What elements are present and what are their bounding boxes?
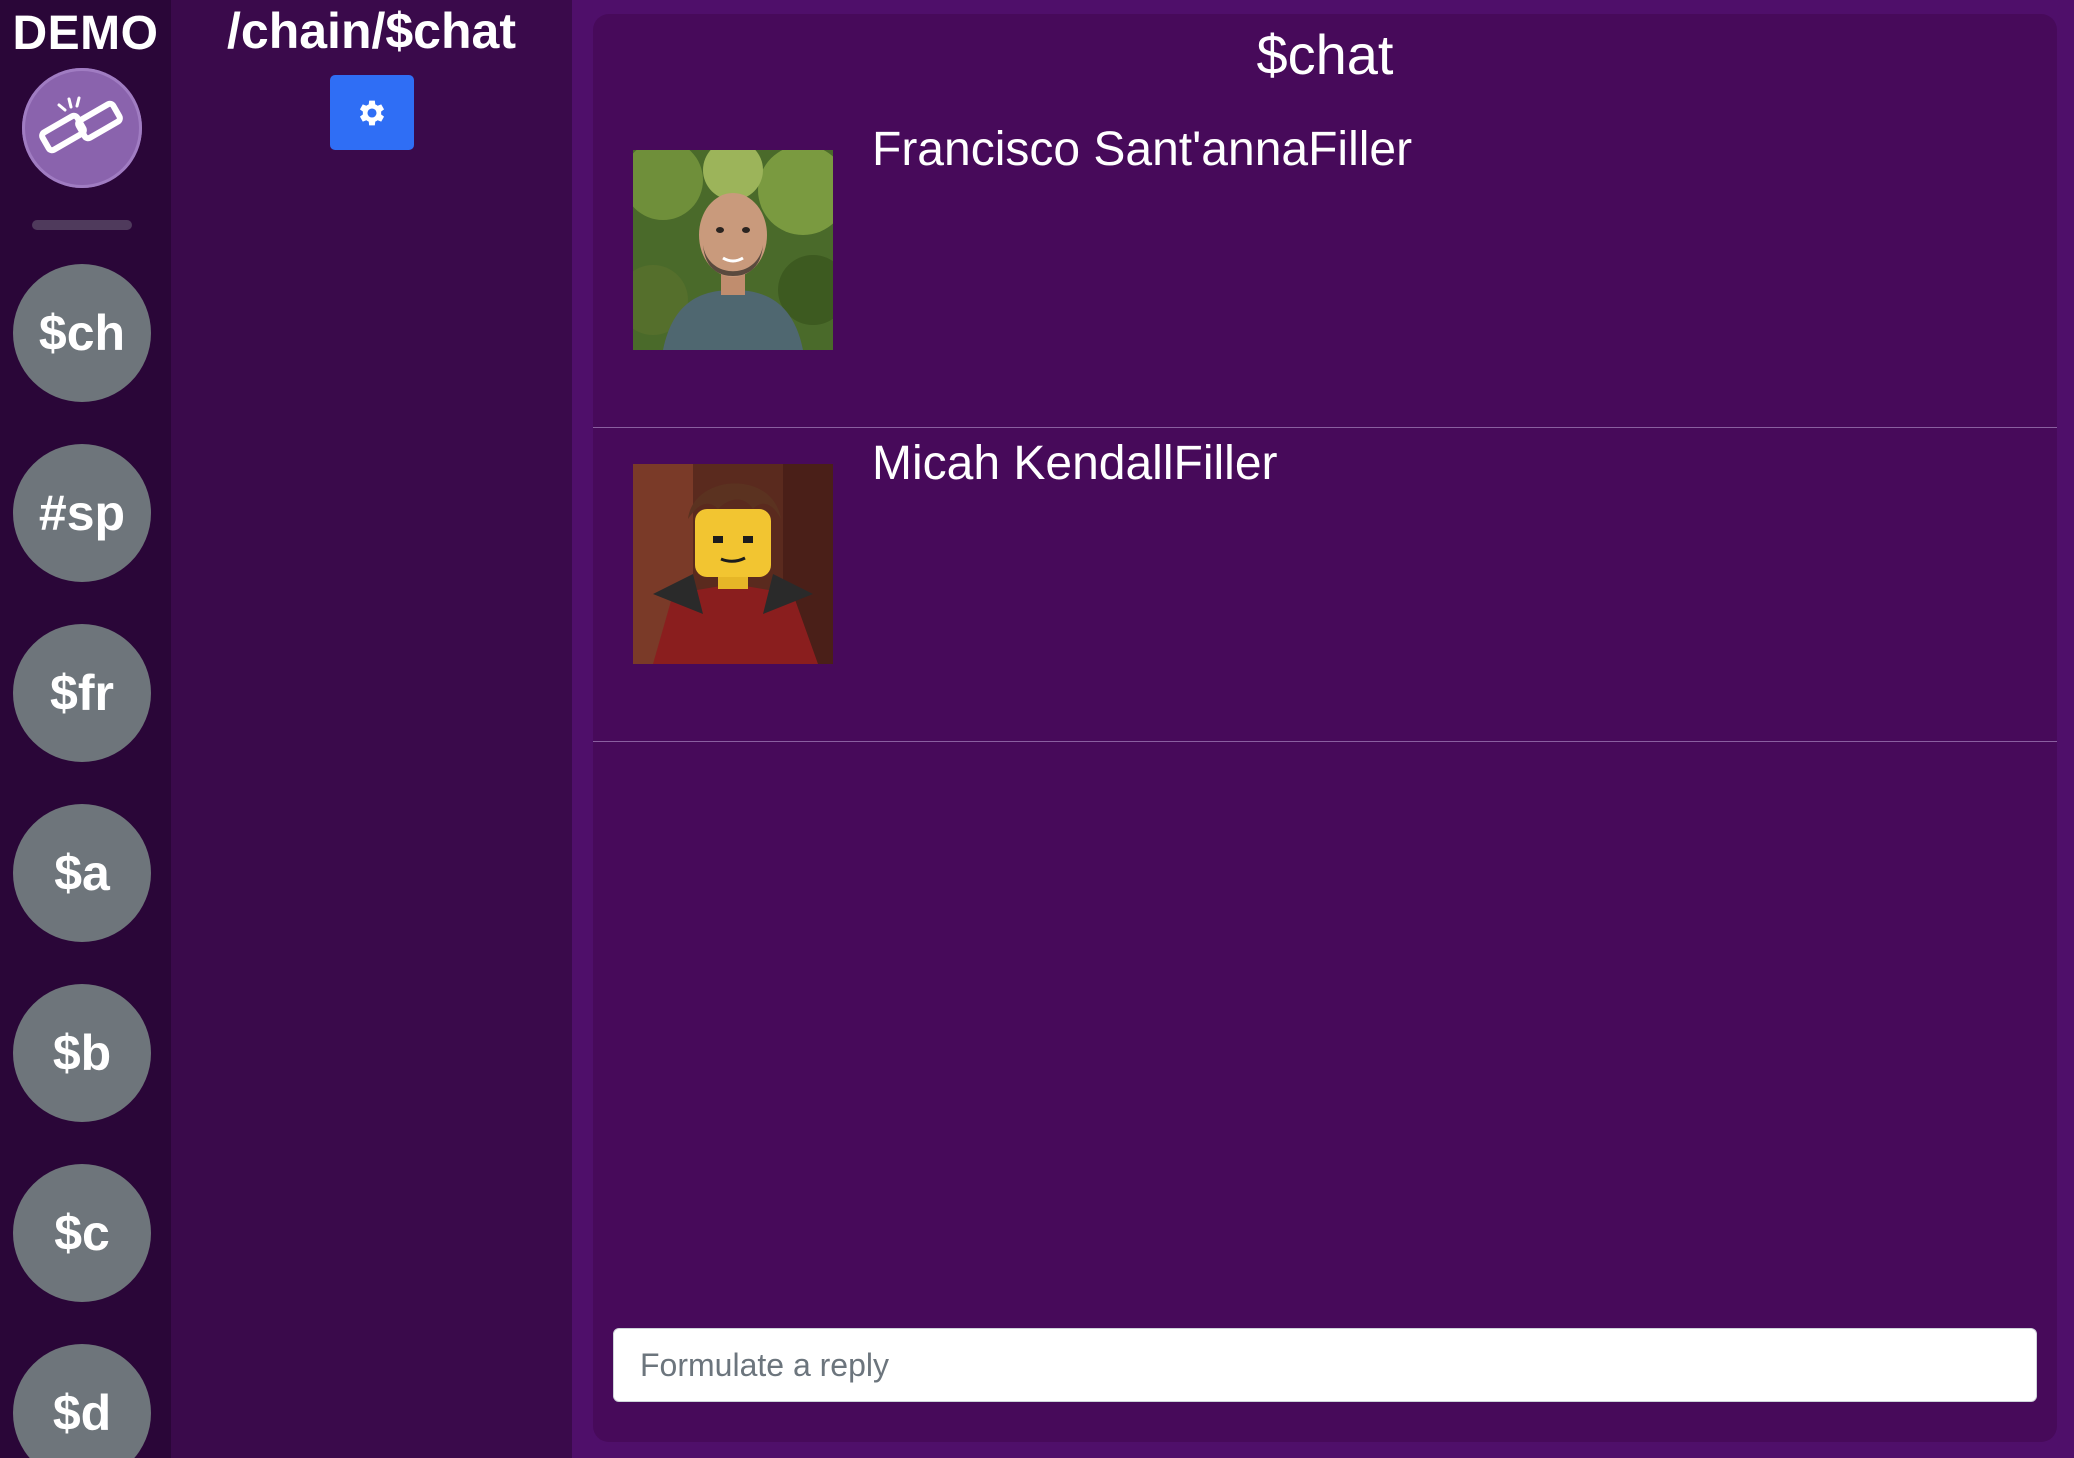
settings-button[interactable] xyxy=(330,75,414,150)
chain-logo-button[interactable] xyxy=(22,68,142,188)
broken-chain-icon xyxy=(39,96,123,154)
man-portrait-icon xyxy=(633,150,833,350)
channel-shortcut-a[interactable]: $a xyxy=(13,804,151,942)
reply-input[interactable] xyxy=(613,1328,2037,1402)
avatar[interactable] xyxy=(633,464,833,664)
server-rail: DEMO $ch #sp $fr $a $b $c $d xyxy=(0,0,171,1458)
channel-shortcut-sp[interactable]: #sp xyxy=(13,444,151,582)
message-author-name: Francisco Sant'annaFiller xyxy=(872,123,1413,176)
channel-path-title: /chain/$chat xyxy=(227,3,516,59)
channel-shortcut-b[interactable]: $b xyxy=(13,984,151,1122)
app-root: DEMO $ch #sp $fr $a $b $c $d /chain/$cha… xyxy=(0,0,2074,1458)
gear-icon xyxy=(359,100,385,125)
message-item: Francisco Sant'annaFiller xyxy=(593,114,2057,428)
chat-title: $chat xyxy=(1256,23,1394,86)
chat-panel: $chat Francisco Sant'annaFiller Micah Ke… xyxy=(593,14,2057,1442)
rail-divider xyxy=(32,220,132,230)
brand-label: DEMO xyxy=(12,7,159,60)
message-author-name: Micah KendallFiller xyxy=(872,437,1278,490)
message-list: Francisco Sant'annaFiller Micah KendallF… xyxy=(593,114,2057,742)
channel-shortcut-ch[interactable]: $ch xyxy=(13,264,151,402)
channel-shortcut-c[interactable]: $c xyxy=(13,1164,151,1302)
avatar[interactable] xyxy=(633,150,833,350)
channel-shortcut-d[interactable]: $d xyxy=(13,1344,151,1458)
channel-column: /chain/$chat xyxy=(171,0,572,1458)
reply-box xyxy=(613,1328,2037,1402)
message-item: Micah KendallFiller xyxy=(593,428,2057,742)
channel-shortcut-fr[interactable]: $fr xyxy=(13,624,151,762)
lego-figure-icon xyxy=(633,464,833,664)
